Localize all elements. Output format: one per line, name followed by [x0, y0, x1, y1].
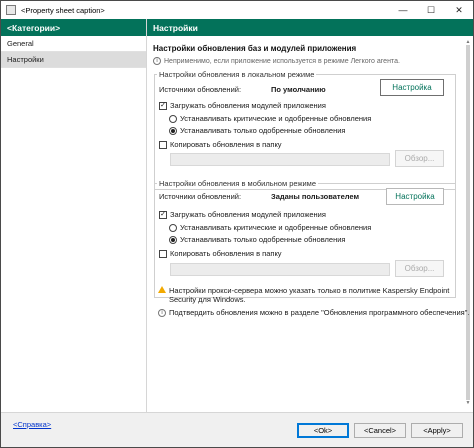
proxy-warning: Настройки прокси-сервера можно указать т…	[158, 286, 449, 304]
checkbox-unchecked-icon[interactable]	[159, 249, 167, 258]
main-panel: Настройки ▲ ▼ Настройки обновления баз и…	[147, 19, 473, 412]
title-bar: <Property sheet caption> — ☐ ✕	[1, 1, 473, 19]
radio-label: Устанавливать критические и одобренные о…	[180, 223, 372, 232]
sidebar-item-label: Настройки	[7, 55, 44, 64]
ok-button[interactable]: <Ok>	[297, 423, 349, 438]
checkbox-checked-icon[interactable]: ✓	[159, 101, 167, 110]
updates-info: i Подтвердить обновления можно в разделе…	[158, 308, 469, 317]
mobile-settings-button[interactable]: Настройка	[386, 188, 444, 205]
info-icon: i	[158, 308, 166, 317]
scroll-thumb[interactable]	[466, 45, 470, 400]
mobile-group-label: Настройки обновления в мобильном режиме	[157, 179, 318, 188]
scroll-up-icon[interactable]: ▲	[465, 39, 471, 45]
mobile-radio-critical[interactable]: Устанавливать критические и одобренные о…	[169, 223, 371, 232]
sidebar-header: <Категории>	[1, 19, 146, 36]
window-title: <Property sheet caption>	[21, 5, 105, 15]
radio-selected-icon[interactable]	[169, 126, 177, 135]
page-title: Настройки	[147, 19, 473, 36]
sidebar-item-general[interactable]: General	[1, 36, 146, 52]
minimize-icon[interactable]: —	[389, 1, 417, 19]
radio-label: Устанавливать критические и одобренные о…	[180, 114, 372, 123]
proxy-warning-line2: Security для Windows.	[169, 295, 246, 304]
warning-icon	[158, 286, 166, 293]
mobile-copy-folder-checkbox[interactable]: Копировать обновления в папку	[159, 249, 282, 258]
mobile-download-modules-checkbox[interactable]: ✓ Загружать обновления модулей приложени…	[159, 210, 326, 219]
sidebar-item-settings[interactable]: Настройки	[1, 52, 146, 68]
mobile-browse-button[interactable]: Обзор...	[395, 260, 444, 277]
checkbox-label: Копировать обновления в папку	[170, 249, 282, 258]
local-browse-button[interactable]: Обзор...	[395, 150, 444, 167]
local-settings-button[interactable]: Настройка	[380, 79, 444, 96]
local-copy-folder-checkbox[interactable]: Копировать обновления в папку	[159, 140, 282, 149]
radio-label: Устанавливать только одобренные обновлен…	[180, 126, 346, 135]
proxy-warning-line1: Настройки прокси-сервера можно указать т…	[169, 286, 450, 295]
checkbox-unchecked-icon[interactable]	[159, 140, 167, 149]
checkbox-label: Загружать обновления модулей приложения	[170, 210, 326, 219]
cancel-button[interactable]: <Cancel>	[354, 423, 406, 438]
checkbox-label: Копировать обновления в папку	[170, 140, 282, 149]
mobile-radio-approved[interactable]: Устанавливать только одобренные обновлен…	[169, 235, 345, 244]
sidebar-item-label: General	[7, 39, 34, 48]
radio-label: Устанавливать только одобренные обновлен…	[180, 235, 346, 244]
mobile-source-value: Заданы пользователем	[271, 192, 360, 201]
close-icon[interactable]: ✕	[445, 1, 473, 19]
local-source-label: Источники обновлений:	[159, 85, 242, 94]
property-sheet-window: <Property sheet caption> — ☐ ✕ <Категори…	[0, 0, 474, 448]
local-source-value: По умолчанию	[271, 85, 326, 94]
info-icon: i	[153, 57, 161, 65]
updates-info-text: Подтвердить обновления можно в разделе "…	[169, 308, 470, 317]
mobile-source-label: Источники обновлений:	[159, 192, 242, 201]
mobile-folder-path-input[interactable]	[170, 263, 390, 276]
categories-sidebar: <Категории> General Настройки	[1, 19, 147, 412]
apply-button[interactable]: <Apply>	[411, 423, 463, 438]
local-download-modules-checkbox[interactable]: ✓ Загружать обновления модулей приложени…	[159, 101, 326, 110]
app-icon	[6, 5, 16, 15]
local-folder-path-input[interactable]	[170, 153, 390, 166]
local-radio-approved[interactable]: Устанавливать только одобренные обновлен…	[169, 126, 345, 135]
local-group-label: Настройки обновления в локальном режиме	[157, 70, 317, 79]
section-title: Настройки обновления баз и модулей прило…	[153, 44, 357, 53]
help-link[interactable]: <Справка>	[13, 420, 51, 429]
radio-selected-icon[interactable]	[169, 235, 177, 244]
vertical-scrollbar[interactable]: ▲ ▼	[465, 39, 471, 409]
checkbox-label: Загружать обновления модулей приложения	[170, 101, 326, 110]
scroll-down-icon[interactable]: ▼	[465, 400, 471, 406]
checkbox-checked-icon[interactable]: ✓	[159, 210, 167, 219]
maximize-icon[interactable]: ☐	[417, 1, 445, 19]
dialog-footer: <Справка> <Ok> <Cancel> <Apply>	[1, 412, 473, 447]
light-agent-note: Неприменимо, если приложение используетс…	[164, 57, 400, 65]
note-row: i Неприменимо, если приложение используе…	[153, 57, 400, 65]
radio-unselected-icon[interactable]	[169, 223, 177, 232]
radio-unselected-icon[interactable]	[169, 114, 177, 123]
local-radio-critical[interactable]: Устанавливать критические и одобренные о…	[169, 114, 371, 123]
